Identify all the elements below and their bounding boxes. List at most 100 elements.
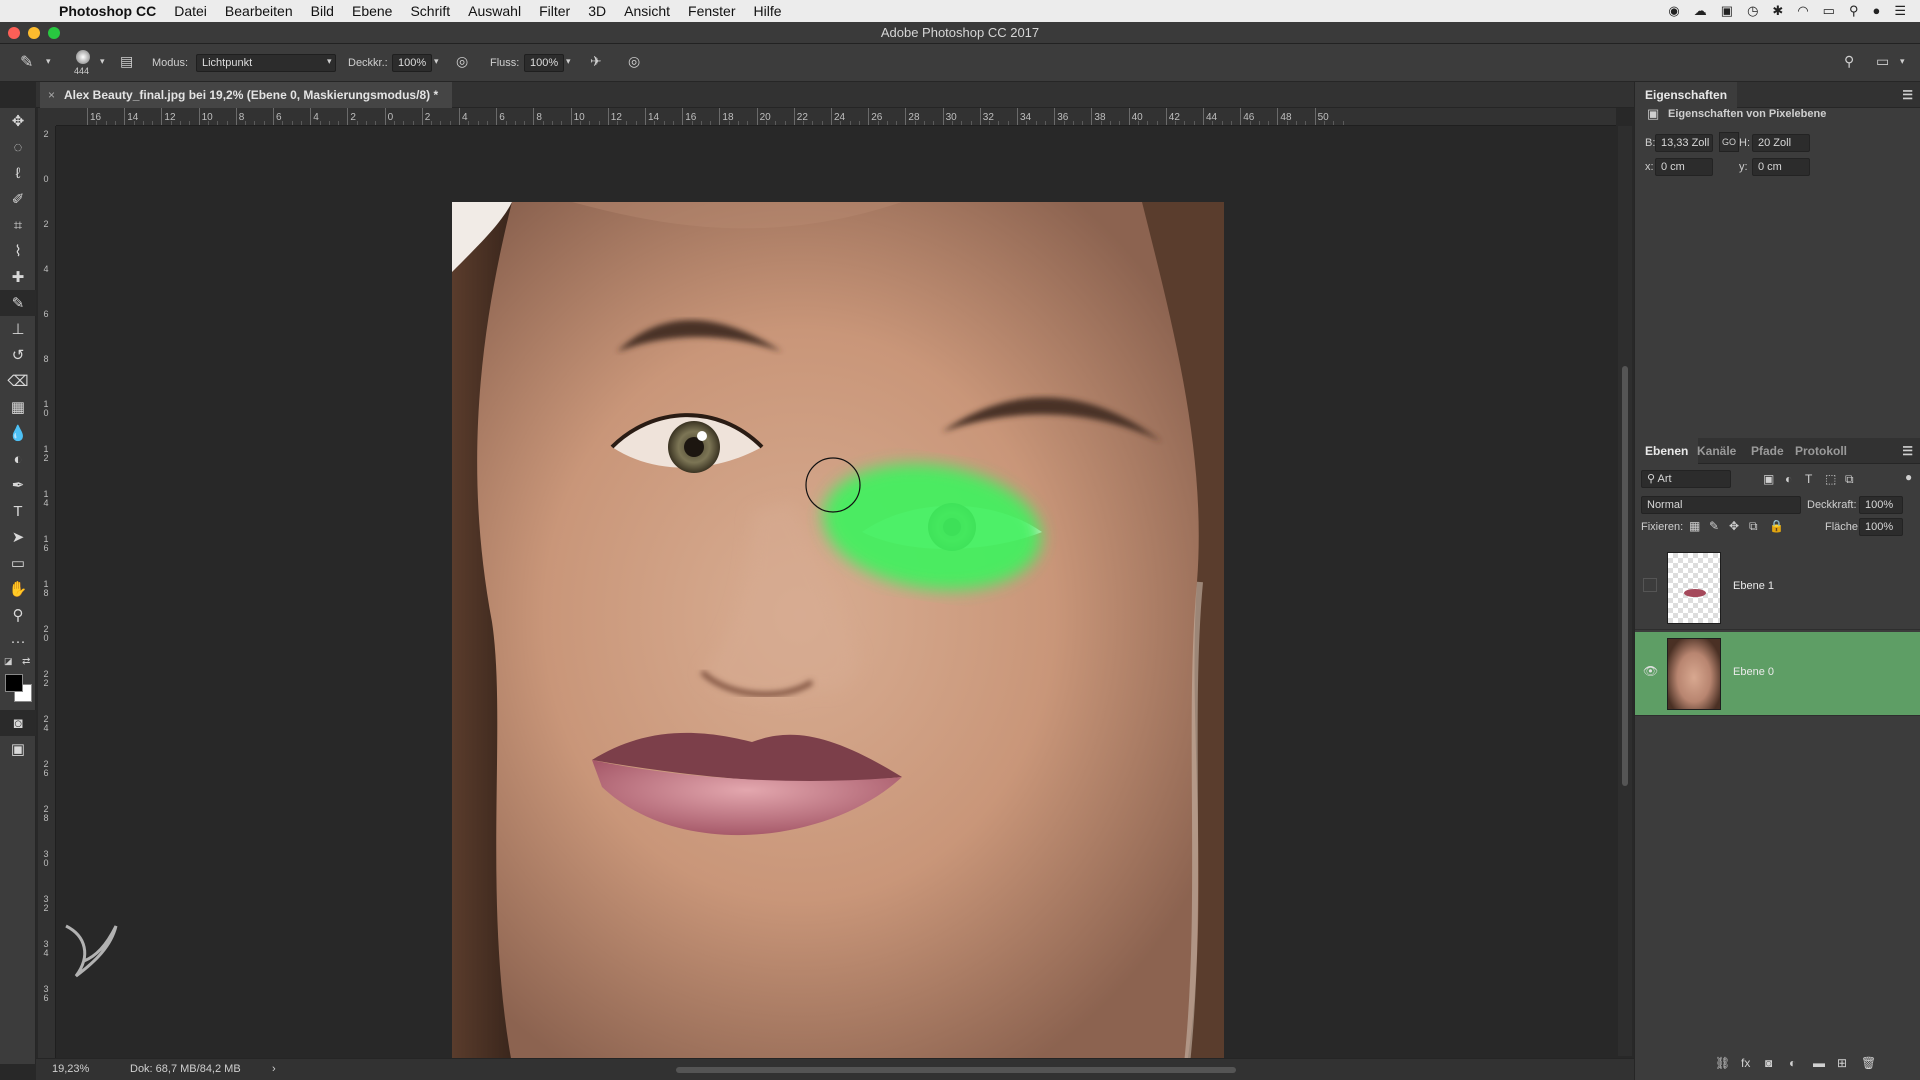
screen-mode-icon[interactable]: ▣ [0, 736, 36, 762]
pen-tool-icon[interactable]: ✒ [0, 472, 36, 498]
chevron-down-icon[interactable]: ▾ [1900, 56, 1905, 67]
display-icon[interactable]: ▣ [1721, 3, 1733, 19]
menu-fenster[interactable]: Fenster [679, 0, 744, 22]
y-input[interactable]: 0 cm [1752, 158, 1810, 176]
close-window-button[interactable] [8, 27, 20, 39]
layer-style-icon[interactable]: fx [1741, 1056, 1750, 1070]
lock-transparency-icon[interactable]: ▦ [1689, 519, 1700, 533]
opacity-input[interactable]: 100% [392, 54, 432, 72]
healing-brush-tool-icon[interactable]: ✚ [0, 264, 36, 290]
menu-auswahl[interactable]: Auswahl [459, 0, 530, 22]
tab-properties[interactable]: Eigenschaften [1635, 82, 1738, 108]
siri-icon[interactable]: ● [1872, 3, 1880, 19]
quick-selection-tool-icon[interactable]: ✐ [0, 186, 36, 212]
filter-pixel-icon[interactable]: ▣ [1763, 472, 1774, 486]
visibility-toggle[interactable] [1643, 578, 1657, 592]
rectangle-tool-icon[interactable]: ▭ [0, 550, 36, 576]
zoom-window-button[interactable] [48, 27, 60, 39]
close-icon[interactable]: × [48, 82, 55, 108]
status-menu-arrow[interactable]: › [272, 1059, 276, 1080]
width-input[interactable]: 13,33 Zoll [1655, 134, 1713, 152]
move-tool-icon[interactable]: ✥ [0, 108, 36, 134]
zoom-level[interactable]: 19,23% [52, 1059, 89, 1080]
brush-tool-icon[interactable]: ✎ [20, 52, 33, 72]
search-icon[interactable]: ⚲ [1844, 53, 1854, 70]
horizontal-scrollbar-thumb[interactable] [676, 1067, 1236, 1073]
blur-tool-icon[interactable]: 💧 [0, 420, 36, 446]
new-group-icon[interactable]: ▬ [1813, 1056, 1825, 1070]
menu-schrift[interactable]: Schrift [401, 0, 459, 22]
minimize-window-button[interactable] [28, 27, 40, 39]
layer-row-ebene-0[interactable]: 👁 Ebene 0 [1635, 632, 1920, 716]
list-icon[interactable]: ☰ [1894, 3, 1906, 19]
filter-shape-icon[interactable]: ⬚ [1825, 472, 1836, 486]
airbrush-icon[interactable]: ✈ [590, 53, 602, 70]
eyedropper-tool-icon[interactable]: ⌇ [0, 238, 36, 264]
tab-protokoll[interactable]: Protokoll [1785, 438, 1857, 464]
menu-ebene[interactable]: Ebene [343, 0, 401, 22]
dodge-tool-icon[interactable]: ◐ [0, 446, 36, 472]
pressure-size-icon[interactable]: ◎ [628, 53, 640, 70]
bluetooth-icon[interactable]: ✱ [1772, 3, 1783, 19]
vertical-ruler[interactable]: 2 0 2 4 6 8 10 12 14 16 18 20 22 24 26 28 30 32 34 36 [38, 126, 56, 1064]
fill-input[interactable]: 100% [1859, 518, 1903, 536]
chevron-down-icon[interactable]: ▾ [566, 56, 571, 67]
marquee-tool-icon[interactable]: ◌ [0, 134, 36, 160]
panel-menu-icon[interactable]: ☰ [1902, 82, 1913, 108]
x-input[interactable]: 0 cm [1655, 158, 1713, 176]
menu-filter[interactable]: Filter [530, 0, 579, 22]
quick-mask-icon[interactable]: ◙ [0, 710, 36, 736]
chevron-down-icon[interactable]: ▾ [46, 56, 51, 67]
eye-icon[interactable]: 👁 [1643, 664, 1658, 678]
clone-stamp-tool-icon[interactable]: ⊥ [0, 316, 36, 342]
menu-ansicht[interactable]: Ansicht [615, 0, 679, 22]
filter-toggle-icon[interactable]: ● [1905, 470, 1912, 484]
foreground-color-swatch[interactable] [5, 674, 23, 692]
layer-name[interactable]: Ebene 1 [1733, 580, 1774, 592]
zoom-tool-icon[interactable]: ⚲ [0, 602, 36, 628]
layer-row-ebene-1[interactable]: Ebene 1 [1635, 546, 1920, 630]
default-colors-icon[interactable]: ◪ [4, 656, 13, 667]
workspace-icon[interactable]: ▭ [1876, 53, 1889, 70]
menu-hilfe[interactable]: Hilfe [745, 0, 791, 22]
filter-adjustment-icon[interactable]: ◐ [1785, 472, 1792, 486]
menu-bearbeiten[interactable]: Bearbeiten [216, 0, 302, 22]
path-selection-tool-icon[interactable]: ➤ [0, 524, 36, 550]
document-canvas[interactable] [56, 126, 1616, 1064]
record-icon[interactable]: ◉ [1668, 3, 1679, 19]
blend-mode-select[interactable]: Normal [1641, 496, 1801, 514]
horizontal-ruler[interactable]: 16 14 12 10 8 6 4 2 0 2 4 6 8 10 12 14 16 18 20 22 24 26 28 30 3… [56, 108, 1616, 126]
menu-bild[interactable]: Bild [302, 0, 343, 22]
layer-opacity-input[interactable]: 100% [1859, 496, 1903, 514]
vertical-scrollbar[interactable] [1618, 126, 1632, 1056]
crop-tool-icon[interactable]: ⌗ [0, 212, 36, 238]
type-tool-icon[interactable]: T [0, 498, 36, 524]
new-layer-icon[interactable]: ⊞ [1837, 1056, 1847, 1070]
link-layers-icon[interactable]: ⛓ [1715, 1056, 1730, 1070]
brush-preview-icon[interactable] [76, 50, 90, 64]
search-icon[interactable]: ⚲ [1849, 3, 1859, 19]
add-mask-icon[interactable]: ◙ [1765, 1056, 1772, 1070]
flow-input[interactable]: 100% [524, 54, 564, 72]
panel-menu-icon[interactable]: ☰ [1902, 438, 1913, 464]
chevron-down-icon[interactable]: ▾ [327, 56, 332, 67]
layer-filter-select[interactable]: ⚲ Art [1641, 470, 1731, 488]
trash-icon[interactable]: 🗑 [1861, 1056, 1876, 1070]
eraser-tool-icon[interactable]: ⌫ [0, 368, 36, 394]
lock-position-icon[interactable]: ✥ [1729, 519, 1739, 533]
menu-app[interactable]: Photoshop CC [50, 0, 165, 22]
menu-datei[interactable]: Datei [165, 0, 216, 22]
menu-3d[interactable]: 3D [579, 0, 615, 22]
hand-tool-icon[interactable]: ✋ [0, 576, 36, 602]
layer-name[interactable]: Ebene 0 [1733, 666, 1774, 678]
tab-kanaele[interactable]: Kanäle [1687, 438, 1746, 464]
brush-panel-icon[interactable]: ▤ [120, 53, 133, 70]
wifi-icon[interactable]: ◠ [1797, 3, 1808, 19]
filter-type-icon[interactable]: T [1805, 472, 1812, 486]
airplay-icon[interactable]: ▭ [1823, 3, 1835, 19]
link-dimensions-button[interactable]: GO [1719, 132, 1739, 152]
scrollbar-thumb[interactable] [1622, 366, 1628, 786]
pressure-opacity-icon[interactable]: ◎ [456, 53, 468, 70]
chevron-down-icon[interactable]: ▾ [100, 56, 105, 67]
lock-pixels-icon[interactable]: ✎ [1709, 519, 1719, 533]
